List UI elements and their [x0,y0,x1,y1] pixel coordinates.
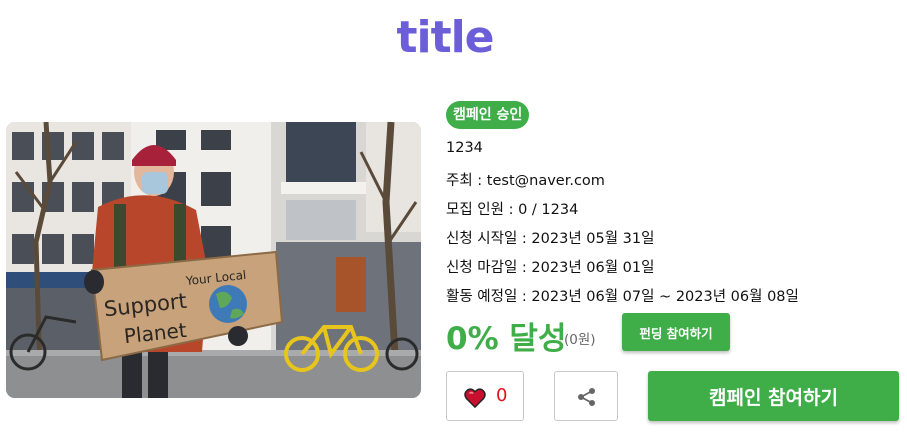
share-icon [578,388,595,406]
join-campaign-button[interactable]: 캠페인 참여하기 [648,371,899,421]
campaign-recruit: 모집 인원 : 0 / 1234 [446,202,579,218]
campaign-host: 주최 : test@naver.com [446,173,605,189]
campaign-name: 1234 [446,140,483,156]
like-count: 0 [496,385,508,406]
campaign-apply-start: 신청 시작일 : 2023년 05월 31일 [446,231,655,247]
like-button[interactable]: 0 [446,371,524,421]
page-title: title [396,12,494,63]
funding-amount: (0원) [564,332,596,348]
achievement-rate: 0% 달성 [446,321,567,357]
fund-button[interactable]: 펀딩 참여하기 [622,313,730,351]
campaign-activity-period: 활동 예정일 : 2023년 06월 07일 ~ 2023년 06월 08일 [446,289,799,305]
campaign-image: Support Your Local Planet [6,122,421,398]
campaign-apply-end: 신청 마감일 : 2023년 06월 01일 [446,260,655,276]
status-badge: 캠페인 승인 [446,101,530,129]
share-button[interactable] [554,371,618,421]
heart-icon [464,388,486,412]
